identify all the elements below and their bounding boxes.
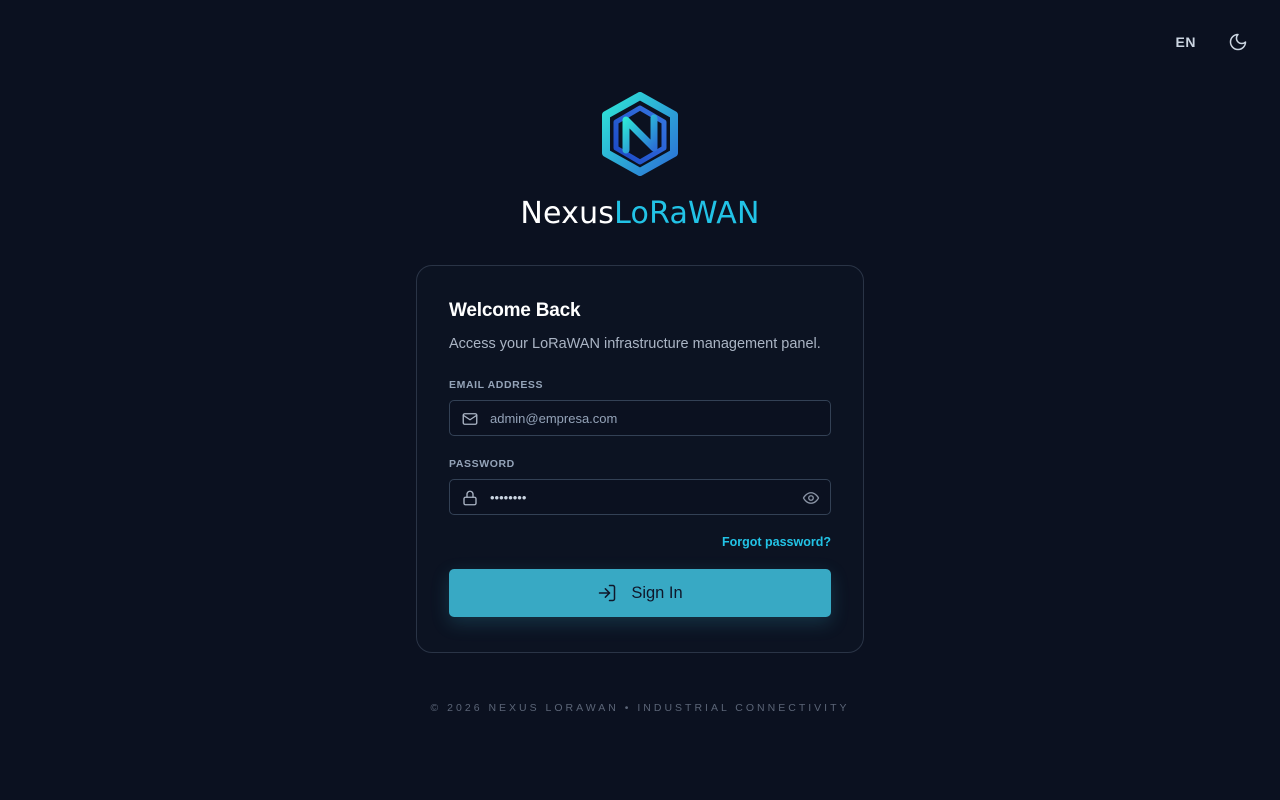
password-field-wrapper [449,479,831,515]
login-subtitle: Access your LoRaWAN infrastructure manag… [449,336,821,352]
brand-name-part1: Nexus [520,196,615,231]
email-label: EMAIL ADDRESS [449,379,544,391]
password-label: PASSWORD [449,458,515,470]
lock-icon [463,490,477,506]
log-in-icon [599,584,616,602]
sign-in-button[interactable]: Sign In [449,569,831,617]
email-field[interactable] [450,401,830,435]
theme-toggle-button[interactable] [1226,30,1250,54]
brand-name: NexusLoRaWAN [520,196,759,231]
mail-icon [462,413,478,425]
sign-in-label: Sign In [631,583,683,602]
login-page: EN NexusLoRaWAN Welcome Back Access your… [0,0,1280,800]
brand-header: NexusLoRaWAN [0,92,1280,231]
forgot-password-link[interactable]: Forgot password? [722,535,831,549]
login-card: Welcome Back Access your LoRaWAN infrast… [416,265,864,653]
language-selector[interactable]: EN [1174,30,1198,54]
email-field-wrapper [449,400,831,436]
forgot-password-row: Forgot password? [449,535,831,549]
password-field[interactable] [450,480,830,514]
brand-name-part2: LoRaWAN [614,196,760,231]
footer-copyright: © 2026 NEXUS LORAWAN • INDUSTRIAL CONNEC… [430,702,850,714]
top-bar: EN [1174,30,1250,54]
moon-icon [1229,33,1247,51]
nexus-logo-icon [602,92,678,176]
login-title: Welcome Back [449,300,581,321]
eye-icon[interactable] [802,489,820,507]
